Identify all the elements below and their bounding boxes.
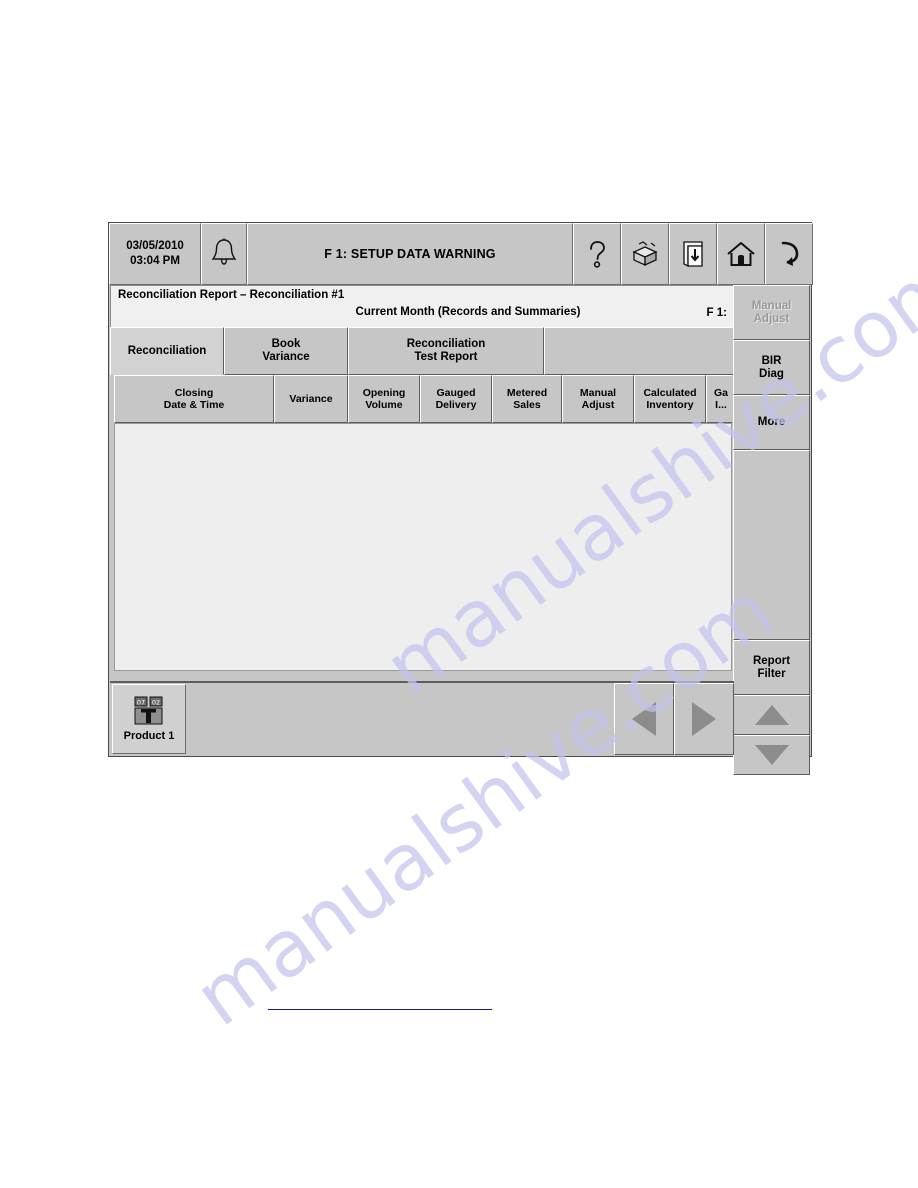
next-page-button[interactable]: [674, 683, 734, 755]
bir-diag-button[interactable]: BIR Diag: [733, 340, 810, 395]
print-report-icon: [680, 238, 706, 270]
triangle-left-icon: [632, 702, 656, 736]
col6-line2: Inventory: [646, 399, 694, 411]
help-icon-button[interactable]: [573, 223, 621, 285]
column-header-closing-date-time[interactable]: Closing Date & Time: [114, 375, 274, 423]
tab-book-variance-line1: Book: [271, 338, 301, 350]
column-header-calculated-inventory[interactable]: Calculated Inventory: [634, 375, 706, 423]
column-header-gauged-inventory-clipped[interactable]: Ga I...: [706, 375, 732, 423]
col4-line2: Sales: [513, 399, 541, 411]
triangle-right-icon: [692, 702, 716, 736]
column-header-gauged-delivery[interactable]: Gauged Delivery: [420, 375, 492, 423]
report-title-bar: Reconciliation Report – Reconciliation #…: [110, 285, 734, 327]
manual-adjust-line2: Adjust: [753, 312, 790, 325]
report-filter-button[interactable]: Report Filter: [733, 640, 810, 695]
product-1-label: Product 1: [123, 730, 175, 742]
report-title: Reconciliation Report – Reconciliation #…: [118, 289, 345, 301]
product-1-button[interactable]: 07 02 Product 1: [112, 684, 186, 754]
report-filter-line2: Filter: [757, 667, 786, 680]
home-icon: [726, 240, 756, 268]
tab-test-report-line2: Test Report: [414, 351, 478, 363]
tab-test-report-line1: Reconciliation: [406, 338, 486, 350]
tab-reconciliation[interactable]: Reconciliation: [110, 327, 224, 375]
tab-book-variance-line2: Variance: [262, 351, 310, 363]
column-header-metered-sales[interactable]: Metered Sales: [492, 375, 562, 423]
col6-line1: Calculated: [643, 386, 697, 399]
col7-line1: Ga: [713, 386, 728, 399]
col3-line1: Gauged: [436, 386, 476, 399]
function-button-column: Manual Adjust BIR Diag More Report Filte…: [733, 285, 810, 695]
tab-book-variance[interactable]: Book Variance: [224, 327, 348, 375]
report-tab-bar: Reconciliation Book Variance Reconciliat…: [110, 327, 734, 375]
col1-line1: Variance: [289, 392, 333, 405]
manual-adjust-button[interactable]: Manual Adjust: [733, 285, 810, 340]
scroll-button-group: [733, 695, 810, 775]
svg-text:07: 07: [137, 698, 145, 706]
report-records-pane[interactable]: [114, 423, 732, 671]
col3-line2: Delivery: [435, 399, 477, 411]
table-header-row: Closing Date & Time Variance Opening Vol…: [114, 375, 732, 423]
col0-line1: Closing: [174, 386, 214, 399]
help-icon: [584, 238, 610, 270]
blank-function-button[interactable]: [733, 450, 810, 640]
bir-diag-line2: Diag: [759, 367, 784, 380]
datetime-display[interactable]: 03/05/2010 03:04 PM: [109, 223, 201, 285]
report-subtitle: Current Month (Records and Summaries): [355, 306, 581, 318]
scroll-up-button[interactable]: [733, 695, 810, 735]
page-link-rule[interactable]: [268, 1009, 492, 1010]
col5-line1: Manual: [579, 386, 617, 399]
package-delivery-icon: [630, 239, 660, 269]
status-bar: 03/05/2010 03:04 PM F 1: SETUP DATA WARN…: [109, 223, 813, 285]
svg-text:02: 02: [152, 698, 160, 706]
tab-reconciliation-test-report[interactable]: Reconciliation Test Report: [348, 327, 544, 375]
col2-line2: Volume: [365, 399, 403, 411]
console-screen: 03/05/2010 03:04 PM F 1: SETUP DATA WARN…: [108, 222, 813, 775]
status-message[interactable]: F 1: SETUP DATA WARNING: [247, 223, 573, 285]
home-icon-button[interactable]: [717, 223, 765, 285]
column-header-opening-volume[interactable]: Opening Volume: [348, 375, 420, 423]
triangle-up-icon: [754, 705, 789, 725]
tab-empty[interactable]: [544, 327, 734, 375]
col7-line2: I...: [715, 399, 727, 411]
triangle-down-icon: [754, 745, 789, 765]
col0-line2: Date & Time: [163, 399, 225, 411]
back-return-icon: [775, 239, 803, 269]
col2-line1: Opening: [362, 386, 406, 399]
previous-page-button[interactable]: [614, 683, 674, 755]
bell-icon: [211, 237, 237, 272]
scroll-down-button[interactable]: [733, 735, 810, 775]
time-text: 03:04 PM: [130, 255, 180, 267]
date-text: 03/05/2010: [126, 240, 184, 252]
column-header-variance[interactable]: Variance: [274, 375, 348, 423]
col4-line1: Metered: [506, 386, 548, 399]
column-header-manual-adjust[interactable]: Manual Adjust: [562, 375, 634, 423]
bottom-bar: 07 02 Product 1: [110, 681, 734, 755]
col5-line2: Adjust: [581, 399, 615, 411]
tank-product-icon: 07 02: [127, 696, 171, 726]
more-button[interactable]: More: [733, 395, 810, 450]
print-icon-button[interactable]: [669, 223, 717, 285]
manual-adjust-line1: Manual: [751, 299, 792, 312]
tab-reconciliation-label: Reconciliation: [127, 344, 207, 357]
delivery-icon-button[interactable]: [621, 223, 669, 285]
report-filter-line1: Report: [752, 654, 791, 667]
bir-diag-line1: BIR: [761, 354, 782, 367]
back-icon-button[interactable]: [765, 223, 813, 285]
more-line1: More: [757, 416, 786, 428]
alarm-bell-button[interactable]: [201, 223, 247, 285]
